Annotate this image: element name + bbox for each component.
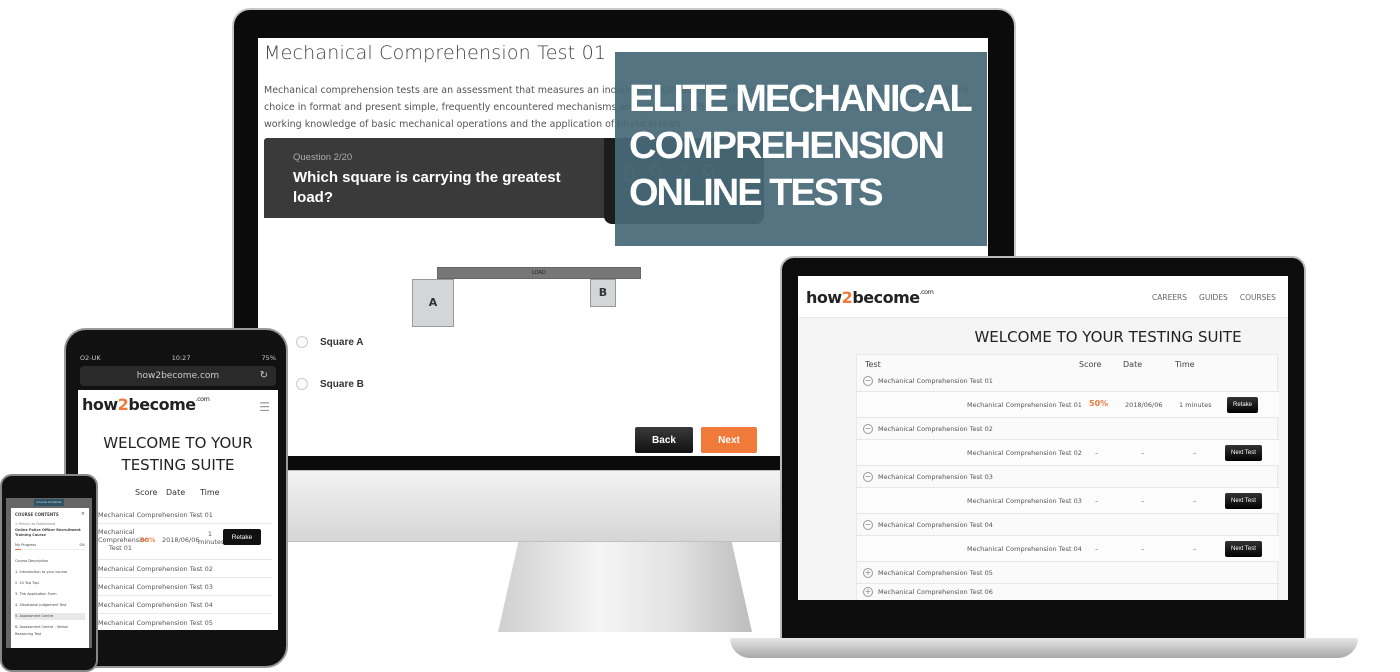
battery: 75% (261, 354, 276, 362)
square-a: A (412, 279, 454, 327)
carrier: O2-UK (80, 354, 101, 362)
imac-stand (498, 542, 752, 632)
header-score: Score (1079, 360, 1102, 369)
expand-icon[interactable]: + (863, 567, 873, 578)
list-item[interactable]: Course Description (15, 558, 85, 565)
how2become-logo[interactable]: how2become.com (82, 395, 210, 414)
test-group-03[interactable]: − Mechanical Comprehension Test 03 (857, 466, 1279, 488)
test-group-01[interactable]: − Mechanical Comprehension Test 01 (857, 370, 1279, 392)
welcome-heading: WELCOME TO YOUR TESTING SUITE (974, 328, 1242, 346)
laptop-base (730, 638, 1358, 658)
test-group-06[interactable]: + Mechanical Comprehension Test 06 (857, 581, 1279, 600)
next-test-button[interactable]: Next Test (1225, 493, 1262, 509)
banner-line: ONLINE TESTS (629, 172, 884, 214)
how2become-logo[interactable]: how2become.com (806, 288, 934, 307)
next-test-button[interactable]: Next Test (1225, 541, 1262, 557)
header-test: Test (865, 360, 881, 369)
option-label: Square B (320, 378, 364, 390)
course-title: Online Police Officer Recruitment Traini… (15, 528, 81, 537)
progress-label: My Progress 0% (15, 543, 85, 547)
table-row: Mechanical Comprehension Test 02 – – – N… (857, 440, 1279, 466)
hamburger-menu-icon[interactable]: ☰ (259, 400, 270, 414)
banner-line: COMPREHENSION (629, 125, 945, 167)
promo-banner: ELITE MECHANICAL COMPREHENSION ONLINE TE… (615, 52, 987, 246)
panel-title: COURSE CONTENTS (15, 512, 59, 517)
retake-button[interactable]: Retake (223, 529, 261, 545)
radio-button[interactable] (296, 378, 308, 390)
nav-guides[interactable]: GUIDES (1199, 293, 1228, 302)
table-row[interactable]: Mechanical Comprehension Test 02 (78, 560, 272, 578)
collapse-icon[interactable]: − (863, 471, 873, 482)
table-row: Mechanical Comprehension Test 04 – – – N… (857, 536, 1279, 562)
phone-course-contents: Course Contents COURSE CONTENTS × < Retu… (6, 498, 92, 648)
address-bar[interactable]: how2become.com ↻ (80, 366, 276, 386)
list-item[interactable]: 4. Situational Judgement Test (15, 602, 85, 609)
clock: 10:27 (171, 354, 191, 362)
banner-line: ELITE MECHANICAL (629, 78, 973, 120)
back-button[interactable]: Back (635, 427, 693, 453)
laptop-testing-suite: how2become.com CAREERS GUIDES COURSES ED… (798, 276, 1288, 600)
course-contents-panel: COURSE CONTENTS × < Return to Dashboard … (11, 508, 89, 648)
collapse-icon[interactable]: − (863, 375, 873, 386)
table-row: Mechanical Comprehension Test 03 – – – N… (857, 488, 1279, 514)
return-link[interactable]: < Return to Dashboard (15, 521, 85, 528)
list-item[interactable]: 1. Introduction to your course (15, 569, 85, 576)
test-group-04[interactable]: − Mechanical Comprehension Test 04 (857, 514, 1279, 536)
close-icon[interactable]: × (81, 511, 85, 517)
question-text: Which square is carrying the greatest lo… (293, 169, 561, 206)
results-table: Test Score Date Time − Mechanical Compreh… (856, 354, 1279, 600)
list-item[interactable]: 2. 10 Top Tips (15, 580, 85, 587)
header-date: Date (1123, 360, 1143, 369)
collapse-icon[interactable]: − (863, 423, 873, 434)
welcome-heading: WELCOME TO YOUR TESTING SUITE (103, 434, 253, 474)
option-square-a[interactable]: Square A (296, 336, 364, 348)
page-title: Mechanical Comprehension Test 01 (264, 42, 607, 64)
list-item[interactable]: 6. Assessment Centre - Verbal Reasoning … (15, 624, 85, 636)
main-nav: CAREERS GUIDES COURSES EDU (1152, 293, 1288, 302)
next-button[interactable]: Next (701, 427, 757, 453)
course-contents-pill[interactable]: Course Contents (34, 499, 64, 506)
nav-careers[interactable]: CAREERS (1152, 293, 1187, 302)
list-item-active[interactable]: 5. Assessment Centre (15, 613, 85, 620)
table-row[interactable]: Mechanical Comprehension Test 04 (78, 596, 272, 614)
table-row[interactable]: Mechanical Comprehension Test 05 (78, 614, 272, 630)
question-number: Question 2/20 (293, 152, 353, 163)
tablet-testing-suite: how2become.com ☰ WELCOME TO YOUR TESTING… (78, 390, 278, 630)
collapse-icon[interactable]: − (863, 519, 873, 530)
option-square-b[interactable]: Square B (296, 378, 364, 390)
radio-button[interactable] (296, 336, 308, 348)
test-group-02[interactable]: − Mechanical Comprehension Test 02 (857, 418, 1279, 440)
site-header: how2become.com CAREERS GUIDES COURSES ED… (798, 276, 1288, 318)
score-value: 50% (1089, 399, 1109, 408)
table-row: Mechanical Comprehension Test 01 50% 201… (857, 392, 1279, 418)
table-row[interactable]: Mechanical Comprehension Test 03 (78, 578, 272, 596)
expand-icon[interactable]: + (863, 586, 873, 597)
nav-courses[interactable]: COURSES (1240, 293, 1276, 302)
reload-icon[interactable]: ↻ (260, 366, 268, 386)
retake-button[interactable]: Retake (1227, 397, 1259, 413)
next-test-button[interactable]: Next Test (1225, 445, 1262, 461)
table-row[interactable]: Mechanical Comprehension Test 01 (78, 506, 272, 524)
header-time: Time (1175, 360, 1195, 369)
square-b: B (590, 279, 616, 307)
status-bar: O2-UK 10:27 75% (80, 354, 276, 362)
progress-bar (15, 549, 85, 550)
list-item[interactable]: 3. The Application Form (15, 591, 85, 598)
load-beam: LOAD (437, 267, 641, 279)
score-value: 50% (140, 536, 156, 544)
option-label: Square A (320, 336, 364, 348)
